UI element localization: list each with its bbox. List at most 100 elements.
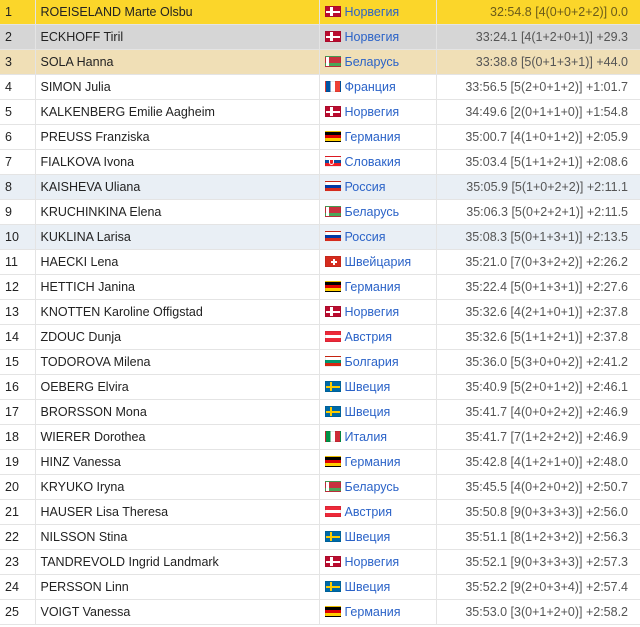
country-cell: Россия	[319, 224, 437, 250]
rank-cell: 10	[0, 224, 36, 250]
country-link[interactable]: Швеция	[345, 380, 391, 394]
country-link[interactable]: Норвегия	[345, 30, 400, 44]
country-link[interactable]: Швейцария	[345, 255, 412, 269]
country-link[interactable]: Швеция	[345, 580, 391, 594]
table-row: 9 KRUCHINKINA Elena Беларусь 35:06.3 [5(0+2…	[0, 199, 640, 225]
athlete-name: SIMON Julia	[35, 74, 320, 100]
rank-cell: 13	[0, 299, 36, 325]
country-flag-icon	[324, 331, 341, 342]
country-link[interactable]: Беларусь	[345, 480, 400, 494]
result-cell: 35:06.3 [5(0+2+2+1)] +2:11.5	[436, 199, 640, 225]
country-cell: Норвегия	[319, 24, 437, 50]
country-link[interactable]: Германия	[345, 605, 401, 619]
country-flag-icon	[324, 606, 341, 617]
athlete-name: KRYUKO Iryna	[35, 474, 320, 500]
country-link[interactable]: Германия	[345, 455, 401, 469]
country-cell: Швеция	[319, 574, 437, 600]
country-link[interactable]: Норвегия	[345, 305, 400, 319]
rank-cell: 18	[0, 424, 36, 450]
result-cell: 34:49.6 [2(0+1+1+0)] +1:54.8	[436, 99, 640, 125]
result-cell: 35:52.2 [9(2+0+3+4)] +2:57.4	[436, 574, 640, 600]
country-link[interactable]: Норвегия	[345, 5, 400, 19]
country-link[interactable]: Германия	[345, 280, 401, 294]
country-link[interactable]: Австрия	[345, 330, 393, 344]
country-flag-icon	[324, 181, 341, 192]
country-flag-icon	[324, 81, 341, 92]
result-cell: 33:38.8 [5(0+1+3+1)] +44.0	[436, 49, 640, 75]
table-row: 24 PERSSON Linn Швеция 35:52.2 [9(2+0+3+4)]…	[0, 574, 640, 600]
table-row: 22 NILSSON Stina Швеция 35:51.1 [8(1+2+3+2)…	[0, 524, 640, 550]
country-link[interactable]: Италия	[345, 430, 388, 444]
country-cell: Россия	[319, 174, 437, 200]
country-flag-icon	[324, 256, 341, 267]
result-cell: 35:21.0 [7(0+3+2+2)] +2:26.2	[436, 249, 640, 275]
country-link[interactable]: Беларусь	[345, 55, 400, 69]
country-link[interactable]: Беларусь	[345, 205, 400, 219]
athlete-name: ROEISELAND Marte Olsbu	[35, 0, 320, 25]
rank-cell: 22	[0, 524, 36, 550]
country-link[interactable]: Словакия	[345, 155, 401, 169]
result-cell: 35:03.4 [5(1+1+2+1)] +2:08.6	[436, 149, 640, 175]
country-flag-icon	[324, 481, 341, 492]
country-cell: Германия	[319, 274, 437, 300]
country-cell: Беларусь	[319, 49, 437, 75]
rank-cell: 14	[0, 324, 36, 350]
country-cell: Франция	[319, 74, 437, 100]
result-cell: 35:53.0 [3(0+1+2+0)] +2:58.2	[436, 599, 640, 625]
country-cell: Болгария	[319, 349, 437, 375]
rank-cell: 15	[0, 349, 36, 375]
athlete-name: HAECKI Lena	[35, 249, 320, 275]
athlete-name: HAUSER Lisa Theresa	[35, 499, 320, 525]
table-row: 3 SOLA Hanna Беларусь 33:38.8 [5(0+1+3+1)] …	[0, 49, 640, 75]
table-row: 16 OEBERG Elvira Швеция 35:40.9 [5(2+0+1+2)…	[0, 374, 640, 400]
country-flag-icon	[324, 306, 341, 317]
table-row: 20 KRYUKO Iryna Беларусь 35:45.5 [4(0+2+0+2…	[0, 474, 640, 500]
country-link[interactable]: Норвегия	[345, 555, 400, 569]
country-cell: Германия	[319, 124, 437, 150]
country-cell: Швеция	[319, 524, 437, 550]
rank-cell: 21	[0, 499, 36, 525]
country-cell: Норвегия	[319, 0, 437, 25]
country-link[interactable]: Швеция	[345, 530, 391, 544]
athlete-name: ECKHOFF Tiril	[35, 24, 320, 50]
country-link[interactable]: Австрия	[345, 505, 393, 519]
result-cell: 35:52.1 [9(0+3+3+3)] +2:57.3	[436, 549, 640, 575]
result-cell: 35:41.7 [7(1+2+2+2)] +2:46.9	[436, 424, 640, 450]
table-row: 2 ECKHOFF Tiril Норвегия 33:24.1 [4(1+2+0+1…	[0, 24, 640, 50]
result-cell: 35:22.4 [5(0+1+3+1)] +2:27.6	[436, 274, 640, 300]
country-flag-icon	[324, 31, 341, 42]
country-link[interactable]: Германия	[345, 130, 401, 144]
country-link[interactable]: Россия	[345, 230, 386, 244]
country-cell: Германия	[319, 449, 437, 475]
table-row: 25 VOIGT Vanessa Германия 35:53.0 [3(0+1+2+…	[0, 599, 640, 625]
results-body: 1 ROEISELAND Marte Olsbu Норвегия 32:54.8 […	[0, 0, 640, 625]
country-flag-icon	[324, 106, 341, 117]
country-link[interactable]: Россия	[345, 180, 386, 194]
country-cell: Норвегия	[319, 299, 437, 325]
country-cell: Беларусь	[319, 474, 437, 500]
country-link[interactable]: Норвегия	[345, 105, 400, 119]
country-flag-icon	[324, 456, 341, 467]
country-link[interactable]: Болгария	[345, 355, 399, 369]
rank-cell: 23	[0, 549, 36, 575]
country-link[interactable]: Швеция	[345, 405, 391, 419]
result-cell: 35:42.8 [4(1+2+1+0)] +2:48.0	[436, 449, 640, 475]
athlete-name: NILSSON Stina	[35, 524, 320, 550]
country-flag-icon	[324, 581, 341, 592]
result-cell: 33:24.1 [4(1+2+0+1)] +29.3	[436, 24, 640, 50]
country-cell: Норвегия	[319, 549, 437, 575]
athlete-name: PREUSS Franziska	[35, 124, 320, 150]
rank-cell: 3	[0, 49, 36, 75]
athlete-name: KALKENBERG Emilie Aagheim	[35, 99, 320, 125]
country-flag-icon	[324, 531, 341, 542]
result-cell: 35:45.5 [4(0+2+0+2)] +2:50.7	[436, 474, 640, 500]
athlete-name: KRUCHINKINA Elena	[35, 199, 320, 225]
rank-cell: 25	[0, 599, 36, 625]
country-link[interactable]: Франция	[345, 80, 396, 94]
athlete-name: KNOTTEN Karoline Offigstad	[35, 299, 320, 325]
country-cell: Италия	[319, 424, 437, 450]
country-flag-icon	[324, 381, 341, 392]
rank-cell: 6	[0, 124, 36, 150]
result-cell: 35:41.7 [4(0+0+2+2)] +2:46.9	[436, 399, 640, 425]
table-row: 1 ROEISELAND Marte Olsbu Норвегия 32:54.8 […	[0, 0, 640, 25]
